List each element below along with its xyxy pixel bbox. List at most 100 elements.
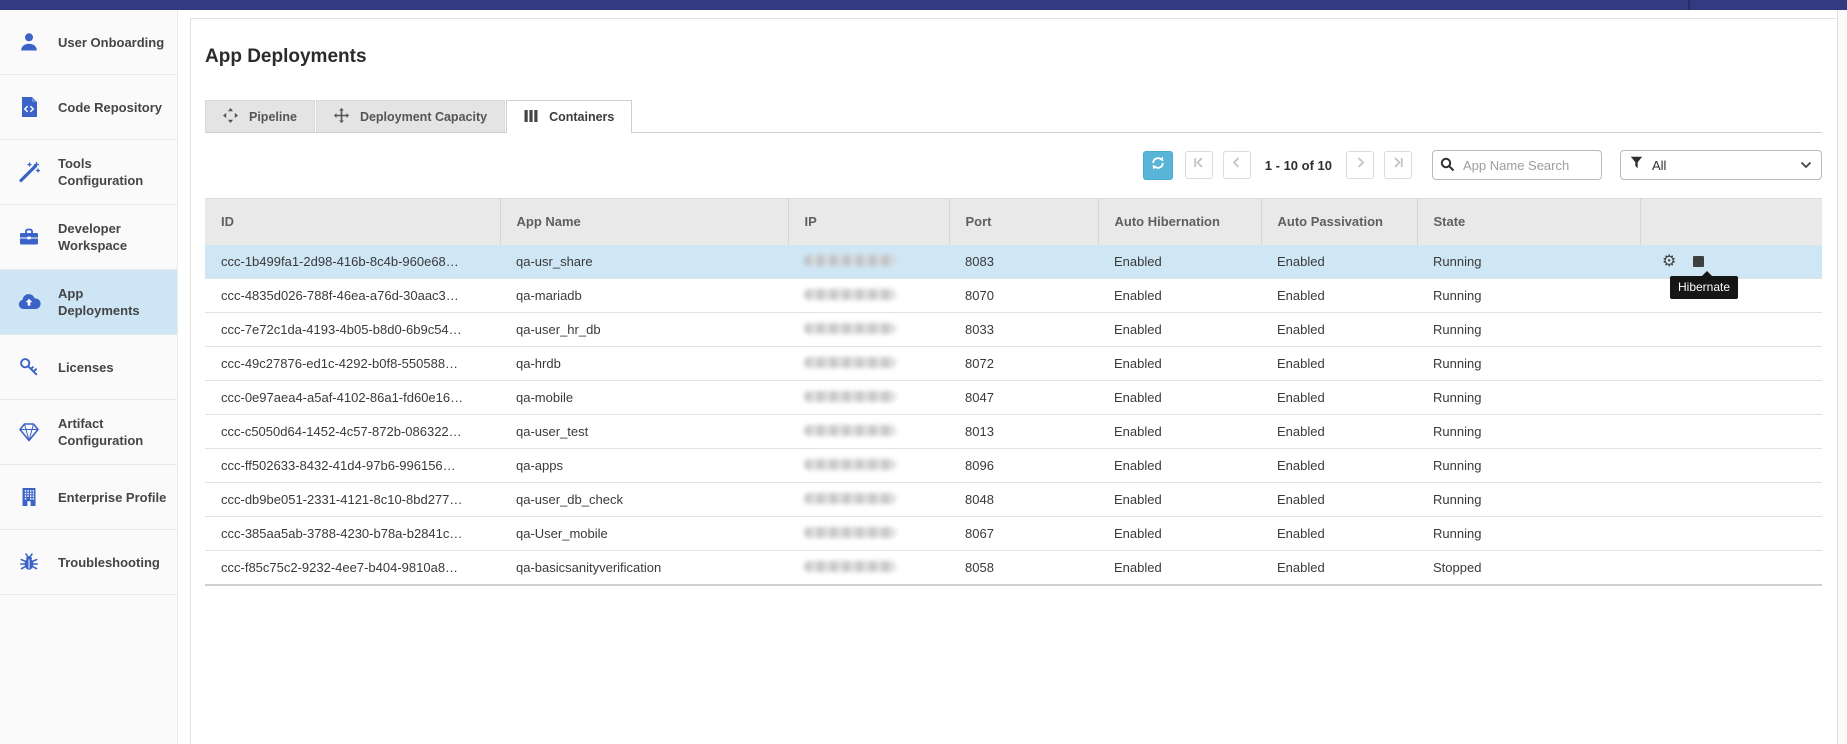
sidebar-item-tools-configuration[interactable]: Tools Configuration [0,140,177,205]
columns-icon [524,109,538,126]
col-header-port[interactable]: Port [949,199,1098,245]
user-icon [17,30,41,54]
chevron-down-icon [1800,156,1812,174]
cell-actions [1640,483,1822,517]
sidebar-item-app-deployments[interactable]: App Deployments [0,270,177,335]
sidebar-item-enterprise-profile[interactable]: Enterprise Profile [0,465,177,530]
table-row[interactable]: ccc-0e97aea4-a5af-4102-86a1-fd60e16… qa-… [205,381,1822,415]
cell-port: 8033 [949,313,1098,347]
refresh-button[interactable] [1143,151,1173,180]
cell-actions [1640,381,1822,415]
col-header-auto-hibernation[interactable]: Auto Hibernation [1098,199,1261,245]
cell-app-name: qa-apps [500,449,788,483]
next-page-button[interactable] [1346,151,1374,179]
table-row[interactable]: ccc-385aa5ab-3788-4230-b78a-b2841c… qa-U… [205,517,1822,551]
funnel-icon [1630,156,1643,174]
col-header-state[interactable]: State [1417,199,1640,245]
cell-auto-passivation: Enabled [1261,313,1417,347]
cell-actions [1640,449,1822,483]
cell-state: Running [1417,279,1640,313]
col-header-app-name[interactable]: App Name [500,199,788,245]
search-input[interactable] [1432,150,1602,180]
cell-auto-passivation: Enabled [1261,415,1417,449]
hibernate-stop-icon[interactable] [1693,256,1704,267]
tab-containers[interactable]: Containers [506,100,632,133]
sidebar-item-troubleshooting[interactable]: Troubleshooting [0,530,177,595]
last-page-button[interactable] [1384,151,1412,179]
magic-wand-icon [17,160,41,184]
cell-app-name: qa-mariadb [500,279,788,313]
cell-auto-passivation: Enabled [1261,381,1417,415]
cell-ip [788,415,949,449]
cell-actions [1640,347,1822,381]
cell-id: ccc-f85c75c2-9232-4ee7-b404-9810a8… [205,551,500,585]
toolbar: 1 - 10 of 10 [205,149,1822,181]
tab-deployment-capacity[interactable]: Deployment Capacity [316,100,505,132]
table-row[interactable]: ccc-db9be051-2331-4121-8c10-8bd277… qa-u… [205,483,1822,517]
ip-redacted-value [804,425,896,436]
cell-actions [1640,415,1822,449]
containers-table: ID App Name IP Port Auto Hibernation Aut… [205,198,1822,586]
hibernate-tooltip: Hibernate [1670,276,1738,299]
briefcase-icon [17,225,41,249]
state-filter-select[interactable]: All [1620,150,1822,180]
cell-auto-passivation: Enabled [1261,551,1417,585]
table-row[interactable]: ccc-c5050d64-1452-4c57-872b-086322… qa-u… [205,415,1822,449]
sidebar-item-label: Enterprise Profile [58,489,166,506]
cell-port: 8067 [949,517,1098,551]
sidebar-item-code-repository[interactable]: Code Repository [0,75,177,140]
cell-app-name: qa-user_db_check [500,483,788,517]
cell-auto-hibernation: Enabled [1098,347,1261,381]
cell-actions [1640,551,1822,585]
settings-gear-icon[interactable]: ⚙ [1662,254,1676,268]
cell-state: Running [1417,449,1640,483]
first-page-icon [1192,156,1205,174]
sidebar-item-label: Code Repository [58,99,162,116]
table-row[interactable]: ccc-7e72c1da-4193-4b05-b8d0-6b9c54… qa-u… [205,313,1822,347]
col-header-ip[interactable]: IP [788,199,949,245]
scrollbar-track[interactable] [1837,10,1847,744]
cell-auto-hibernation: Enabled [1098,381,1261,415]
row-actions: ⚙ Hibernate [1656,254,1822,268]
sidebar-item-user-onboarding[interactable]: User Onboarding [0,10,177,75]
cell-ip [788,551,949,585]
cell-id: ccc-4835d026-788f-46ea-a76d-30aac3… [205,279,500,313]
cell-ip [788,449,949,483]
cell-ip [788,517,949,551]
ip-redacted-value [804,357,896,368]
col-header-id[interactable]: ID [205,199,500,245]
cell-port: 8096 [949,449,1098,483]
cell-auto-hibernation: Enabled [1098,245,1261,279]
sidebar-item-artifact-configuration[interactable]: Artifact Configuration [0,400,177,465]
ip-redacted-value [804,527,896,538]
cell-ip [788,279,949,313]
sidebar-item-licenses[interactable]: Licenses [0,335,177,400]
col-header-auto-passivation[interactable]: Auto Passivation [1261,199,1417,245]
ip-redacted-value [804,391,896,402]
table-row[interactable]: ccc-49c27876-ed1c-4292-b0f8-550588… qa-h… [205,347,1822,381]
cell-port: 8072 [949,347,1098,381]
filter-selected-value: All [1652,158,1800,173]
sidebar-item-label: App Deployments [58,285,167,319]
tab-pipeline[interactable]: Pipeline [205,100,315,132]
key-icon [17,355,41,379]
cell-state: Running [1417,381,1640,415]
table-row[interactable]: ccc-ff502633-8432-41d4-97b6-996156… qa-a… [205,449,1822,483]
previous-page-button[interactable] [1223,151,1251,179]
cell-auto-passivation: Enabled [1261,517,1417,551]
cell-port: 8013 [949,415,1098,449]
tab-label: Pipeline [249,110,297,124]
first-page-button[interactable] [1185,151,1213,179]
cell-id: ccc-49c27876-ed1c-4292-b0f8-550588… [205,347,500,381]
cell-app-name: qa-user_hr_db [500,313,788,347]
table-row[interactable]: ccc-f85c75c2-9232-4ee7-b404-9810a8… qa-b… [205,551,1822,585]
table-row[interactable]: ccc-4835d026-788f-46ea-a76d-30aac3… qa-m… [205,279,1822,313]
cell-app-name: qa-basicsanityverification [500,551,788,585]
sidebar-item-label: Tools Configuration [58,155,167,189]
cell-app-name: qa-User_mobile [500,517,788,551]
sidebar-item-developer-workspace[interactable]: Developer Workspace [0,205,177,270]
ip-redacted-value [804,561,896,572]
code-file-icon [17,95,41,119]
ip-redacted-value [804,323,896,334]
table-row[interactable]: ccc-1b499fa1-2d98-416b-8c4b-960e68… qa-u… [205,245,1822,279]
